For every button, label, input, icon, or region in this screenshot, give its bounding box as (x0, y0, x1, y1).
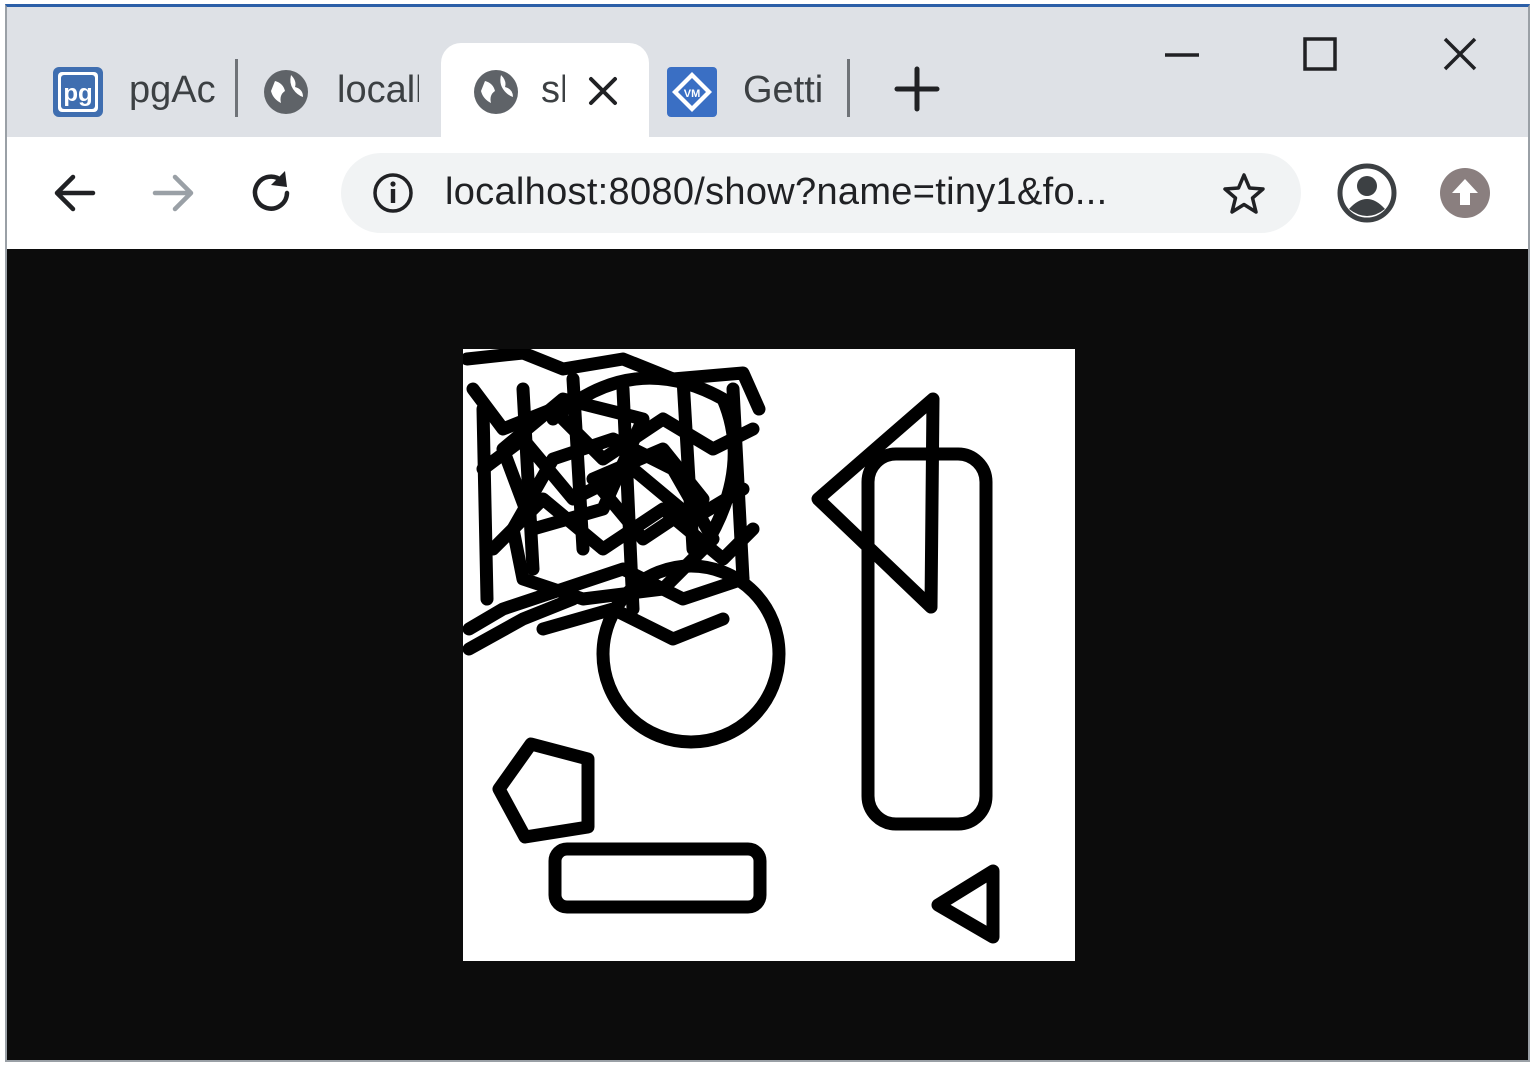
page-content (7, 249, 1528, 1060)
tab-strip: pg pgAc locall sl (7, 7, 1528, 137)
account-icon[interactable] (1337, 163, 1397, 223)
address-bar[interactable]: localhost:8080/show?name=tiny1&fo... (341, 153, 1301, 233)
bookmark-site-icon: VM (667, 67, 717, 117)
close-icon[interactable] (1425, 25, 1495, 85)
tab-close-icon[interactable] (581, 69, 625, 113)
toolbar: localhost:8080/show?name=tiny1&fo... (7, 137, 1528, 249)
svg-text:pg: pg (63, 80, 92, 107)
tab-title: locall (337, 69, 419, 111)
update-icon[interactable] (1435, 163, 1495, 223)
star-icon[interactable] (1221, 171, 1267, 217)
tab-title: pgAc (129, 69, 215, 111)
tab-title: sl (541, 69, 565, 111)
globe-icon (474, 70, 518, 114)
browser-window: pg pgAc locall sl (5, 4, 1530, 1062)
arrow-left-icon[interactable] (45, 163, 105, 223)
tab-title: Getti (743, 69, 824, 111)
svg-text:VM: VM (684, 88, 701, 100)
reload-icon[interactable] (241, 163, 301, 223)
maximize-icon[interactable] (1285, 25, 1355, 85)
tab-show-active[interactable]: sl (441, 43, 649, 137)
minimize-icon[interactable] (1147, 25, 1217, 85)
globe-icon (264, 70, 308, 114)
tab-localhost[interactable]: locall (215, 43, 443, 137)
tab-pgadmin[interactable]: pg pgAc (7, 43, 235, 137)
info-icon[interactable] (371, 171, 415, 215)
pgadmin-icon: pg (53, 67, 103, 117)
url-text[interactable]: localhost:8080/show?name=tiny1&fo... (445, 171, 1108, 214)
shapes-image (463, 349, 1075, 961)
plus-icon[interactable] (887, 59, 947, 119)
tab-separator (847, 59, 850, 117)
tab-getting-started[interactable]: VM Getti (621, 43, 849, 137)
arrow-right-icon[interactable] (143, 163, 203, 223)
